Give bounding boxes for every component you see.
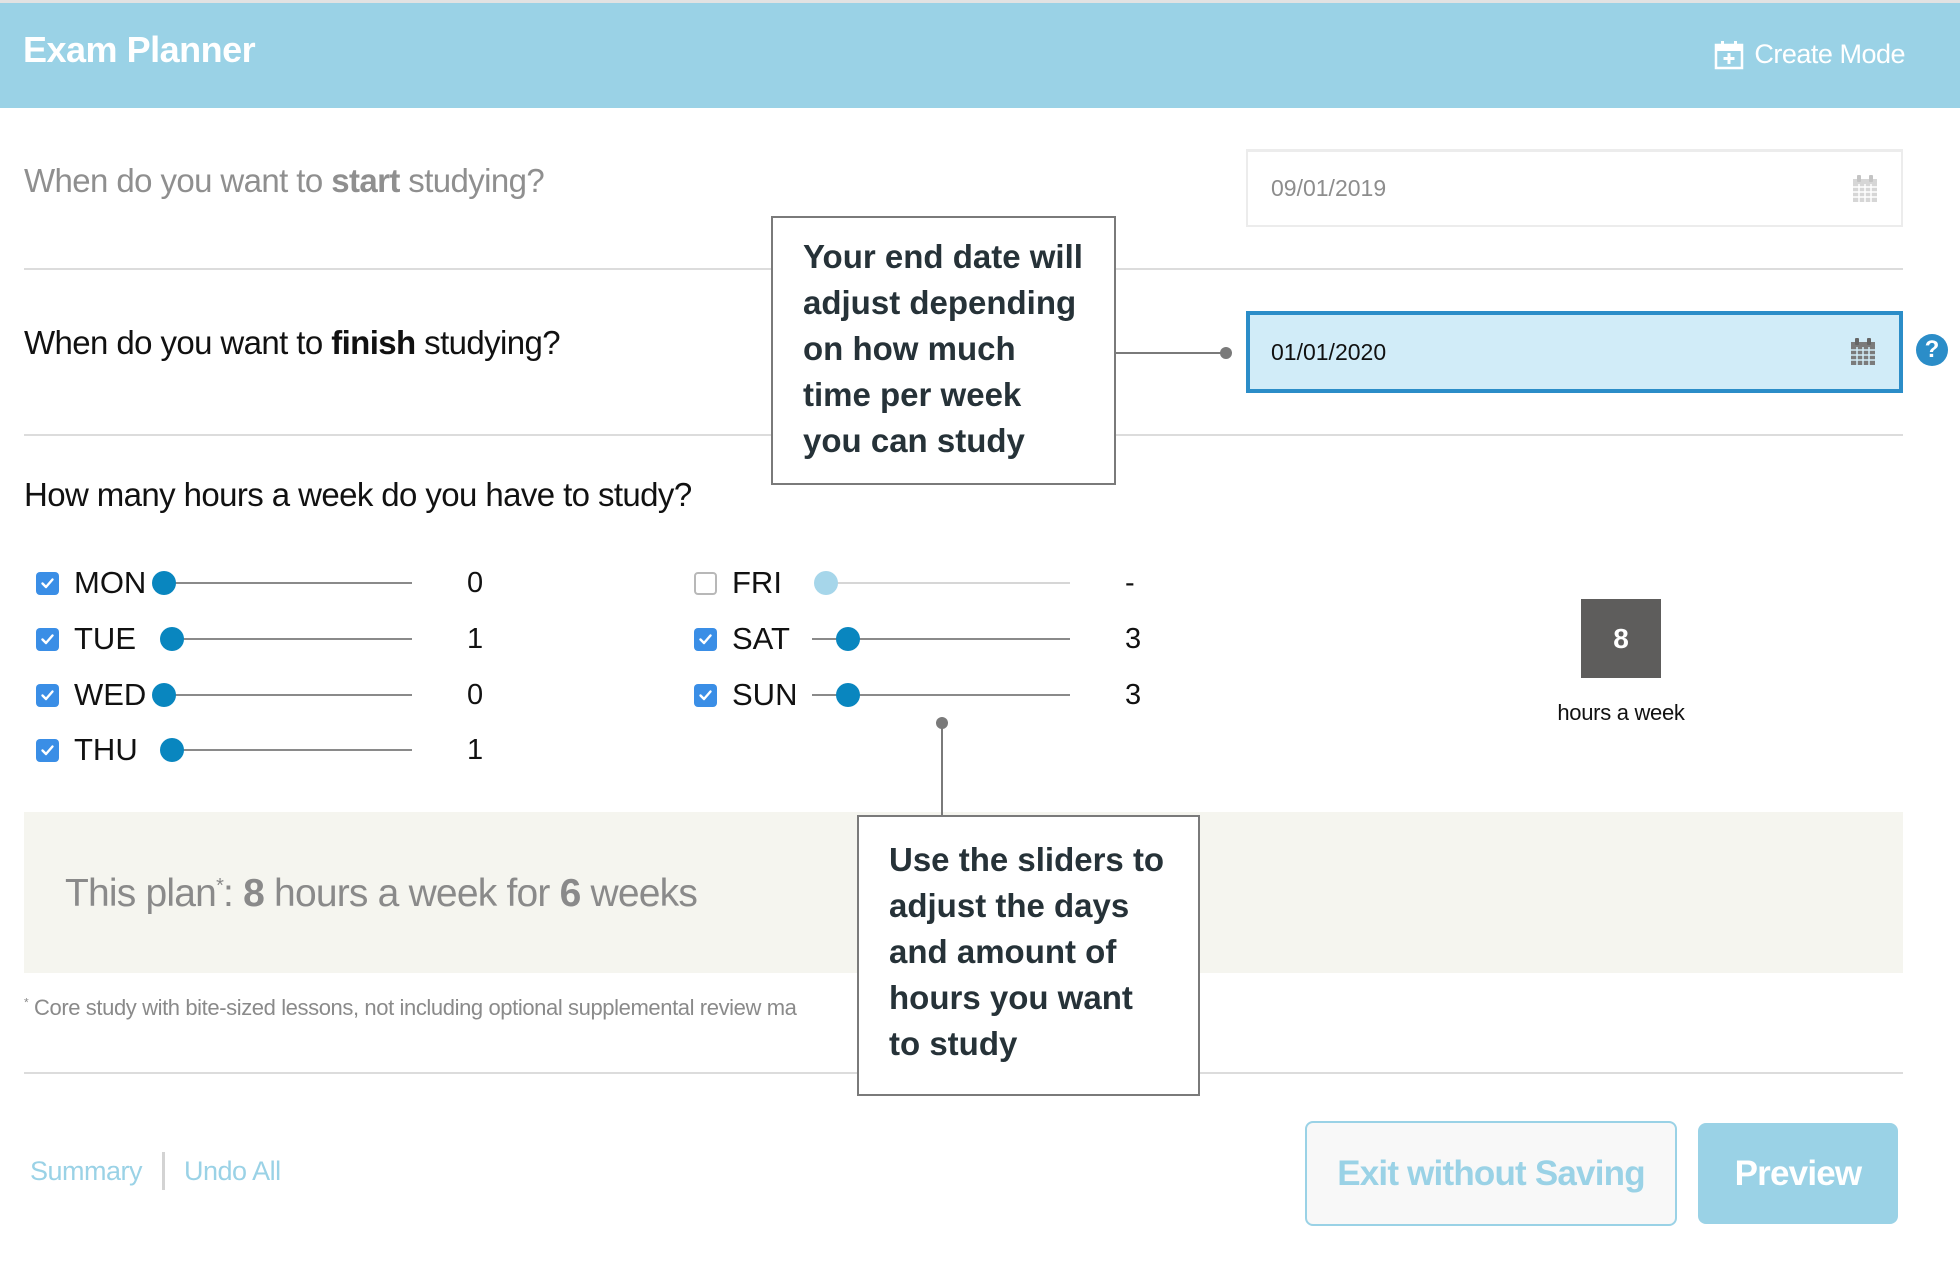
start-question-suffix: studying? [399,162,545,199]
hours-slider-tue[interactable] [160,627,412,651]
finish-question-bold: finish [331,324,416,361]
exit-without-saving-button[interactable]: Exit without Saving [1305,1121,1677,1226]
day-label: MON [74,565,147,600]
plan-weeks: 6 [559,872,582,915]
day-hours-value: 1 [467,622,484,655]
day-hours-value: 3 [1125,678,1142,711]
slider-thumb[interactable] [160,738,184,762]
calendar-icon[interactable] [1849,337,1877,367]
hours-slider-sat[interactable] [812,627,1070,651]
weekly-hours-total: 8 [1581,599,1661,678]
slider-thumb[interactable] [836,683,860,707]
help-icon[interactable]: ? [1916,334,1948,366]
plan-text: This plan*: 8 hours a week for 6 weeks [65,872,698,916]
checkmark-icon [699,689,712,700]
day-hours-value: 1 [467,733,484,766]
sliders-callout: Use the sliders to adjust the days and a… [857,815,1200,1096]
day-row-tue: TUE 1 [36,619,636,659]
app-header: Exam Planner Create Mode [0,3,1960,108]
slider-thumb[interactable] [152,683,176,707]
checkmark-icon [41,577,54,588]
day-checkbox-sat[interactable] [694,627,717,651]
plan-middle: hours a week for [264,872,560,915]
calendar-icon[interactable] [1851,174,1879,204]
callout-connector-dot [1220,347,1232,359]
link-separator [162,1152,166,1190]
callout-connector [1116,352,1226,354]
day-label: SAT [732,621,790,656]
hours-slider-sun[interactable] [812,683,1070,707]
day-checkbox-mon[interactable] [36,571,59,595]
checkmark-icon [699,633,712,644]
day-hours-value: 0 [467,678,484,711]
day-row-thu: THU 1 [36,730,636,770]
day-hours-value: - [1125,566,1135,599]
day-label: TUE [74,621,136,656]
day-label: FRI [732,565,782,600]
hours-slider-thu[interactable] [160,738,412,762]
end-date-callout: Your end date will adjust depending on h… [771,216,1116,485]
app-title: Exam Planner [23,29,256,70]
day-label: THU [74,732,138,767]
day-label: SUN [732,677,798,712]
weekly-hours-label: hours a week [1557,700,1685,725]
callout-connector [941,723,943,815]
plan-suffix: weeks [580,872,698,915]
slider-thumb[interactable] [814,571,838,595]
day-row-fri: FRI - [694,563,1294,603]
slider-thumb[interactable] [836,627,860,651]
summary-link[interactable]: Summary [30,1156,143,1187]
slider-track[interactable] [166,749,412,751]
day-hours-value: 0 [467,566,484,599]
callout-connector-dot [936,717,948,729]
start-date-field[interactable]: 09/01/2019 [1246,149,1903,227]
day-checkbox-wed[interactable] [36,683,59,707]
undo-all-link[interactable]: Undo All [184,1156,281,1187]
day-row-mon: MON 0 [36,563,636,603]
footnote-mark: * [24,995,29,1010]
finish-question: When do you want to finish studying? [24,324,561,362]
start-question-bold: start [331,162,400,199]
finish-question-suffix: studying? [415,324,561,361]
slider-track[interactable] [826,582,1070,584]
create-mode-label: Create Mode [1754,39,1905,69]
slider-track[interactable] [166,582,412,584]
start-date-value: 09/01/2019 [1271,175,1387,201]
slider-thumb[interactable] [152,571,176,595]
hours-slider-fri[interactable] [814,571,1070,595]
hours-slider-mon[interactable] [152,571,412,595]
day-checkbox-fri[interactable] [694,571,717,595]
hours-slider-wed[interactable] [152,683,412,707]
day-hours-value: 3 [1125,622,1142,655]
day-row-sat: SAT 3 [694,619,1294,659]
day-checkbox-thu[interactable] [36,738,59,762]
checkmark-icon [41,633,54,644]
slider-thumb[interactable] [160,627,184,651]
plan-hours: 8 [243,872,265,915]
day-label: WED [74,677,147,712]
plan-prefix: This plan [65,872,217,915]
create-mode-button[interactable]: Create Mode [1714,39,1905,70]
footer-links: Summary Undo All [30,1152,281,1190]
hours-question: How many hours a week do you have to stu… [24,476,692,513]
checkmark-icon [41,744,54,755]
day-checkbox-sun[interactable] [694,683,717,707]
slider-track[interactable] [166,694,412,696]
preview-button[interactable]: Preview [1698,1123,1898,1224]
start-question: When do you want to start studying? [24,162,545,200]
plan-colon: : [223,872,244,915]
plan-asterisk: * [216,875,224,897]
start-question-prefix: When do you want to [24,162,332,199]
day-checkbox-tue[interactable] [36,627,59,651]
slider-track[interactable] [166,638,412,640]
day-row-wed: WED 0 [36,675,636,715]
plan-footnote: * Core study with bite-sized lessons, no… [24,995,797,1021]
finish-question-prefix: When do you want to [24,324,332,361]
checkmark-icon [41,689,54,700]
finish-date-value: 01/01/2020 [1271,338,1387,365]
calendar-plus-icon [1715,40,1744,69]
finish-date-field[interactable]: 01/01/2020 [1246,311,1903,393]
day-row-sun: SUN 3 [694,675,1294,715]
footnote-text: Core study with bite-sized lessons, not … [34,995,797,1020]
